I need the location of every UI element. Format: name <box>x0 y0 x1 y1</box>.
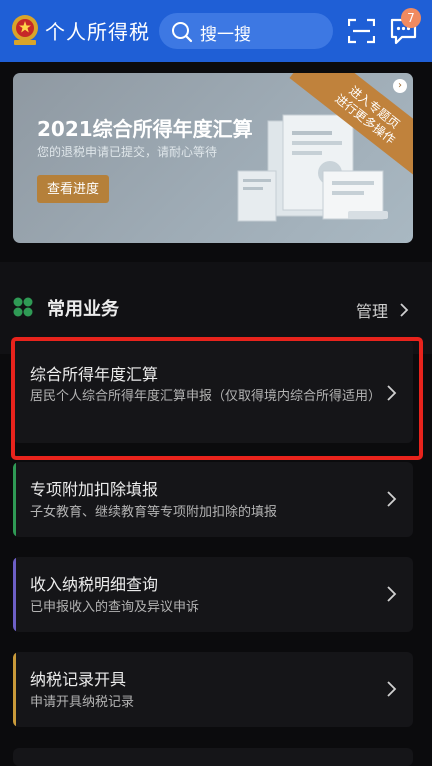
chevron-right-icon[interactable] <box>398 302 410 318</box>
card-title: 专项附加扣除填报 <box>30 480 159 499</box>
search-icon <box>172 22 193 43</box>
manage-link[interactable]: 管理 <box>356 298 388 322</box>
section-title: 常用业务 <box>47 299 119 320</box>
search-placeholder: 搜一搜 <box>200 25 251 45</box>
national-emblem-logo <box>12 15 38 45</box>
banner-title: 2021综合所得年度汇算 <box>37 117 253 141</box>
service-card-partial <box>13 748 413 766</box>
view-progress-button[interactable]: 查看进度 <box>37 175 109 203</box>
app-header: 个人所得税 搜一搜 7 <box>0 0 432 62</box>
card-description: 已申报收入的查询及异议申诉 <box>30 600 200 615</box>
promo-banner[interactable]: 2021综合所得年度汇算 您的退税申请已提交，请耐心等待 查看进度 进入专题页 … <box>13 73 413 243</box>
chevron-right-icon <box>387 681 397 697</box>
message-badge: 7 <box>401 8 421 28</box>
highlight-box <box>11 337 423 460</box>
scan-icon[interactable] <box>348 18 375 44</box>
card-title: 纳税记录开具 <box>30 670 127 689</box>
card-accent <box>13 557 16 632</box>
search-bar[interactable]: 搜一搜 <box>159 13 333 49</box>
card-accent <box>13 652 16 727</box>
service-card-tax-record[interactable]: 纳税记录开具 申请开具纳税记录 <box>13 652 413 727</box>
service-card-income-query[interactable]: 收入纳税明细查询 已申报收入的查询及异议申诉 <box>13 557 413 632</box>
clover-icon <box>13 297 33 317</box>
service-card-special-deduction[interactable]: 专项附加扣除填报 子女教育、继续教育等专项附加扣除的填报 <box>13 462 413 537</box>
chevron-right-icon <box>387 491 397 507</box>
card-title: 收入纳税明细查询 <box>30 575 159 594</box>
card-accent <box>13 462 16 537</box>
app-title: 个人所得税 <box>45 20 150 44</box>
banner-subtitle: 您的退税申请已提交，请耐心等待 <box>37 145 218 159</box>
chevron-right-icon <box>387 586 397 602</box>
card-description: 子女教育、继续教育等专项附加扣除的填报 <box>30 505 278 520</box>
banner-arrow-icon[interactable]: › <box>393 79 407 93</box>
card-description: 申请开具纳税记录 <box>30 695 135 710</box>
